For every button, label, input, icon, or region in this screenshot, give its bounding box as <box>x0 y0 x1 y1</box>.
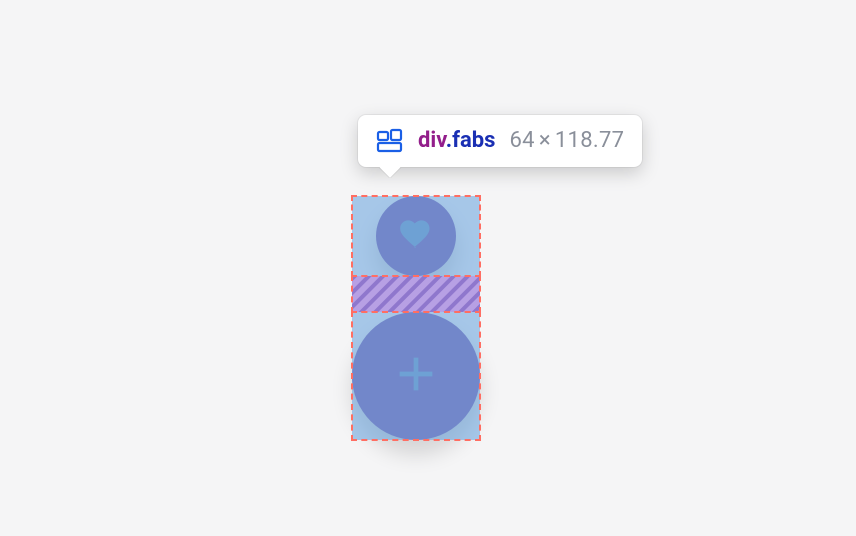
tooltip-tag: div <box>418 128 446 153</box>
plus-icon <box>388 346 444 406</box>
tooltip-arrow <box>379 166 401 178</box>
fabs-container <box>352 196 480 440</box>
fab-gap <box>352 276 480 312</box>
fab-add[interactable] <box>352 312 480 440</box>
tooltip-selector: div.fabs <box>418 130 495 152</box>
fab-favorite[interactable] <box>376 196 456 276</box>
flex-icon <box>376 127 404 155</box>
tooltip-dimensions: 64×118.77 <box>509 130 624 152</box>
tooltip-height: 118.77 <box>555 128 624 153</box>
heart-icon <box>396 214 436 258</box>
inspect-tooltip: div.fabs 64×118.77 <box>358 115 642 167</box>
tooltip-width: 64 <box>509 128 534 153</box>
multiply-symbol: × <box>535 128 555 153</box>
tooltip-class: .fabs <box>446 128 496 153</box>
